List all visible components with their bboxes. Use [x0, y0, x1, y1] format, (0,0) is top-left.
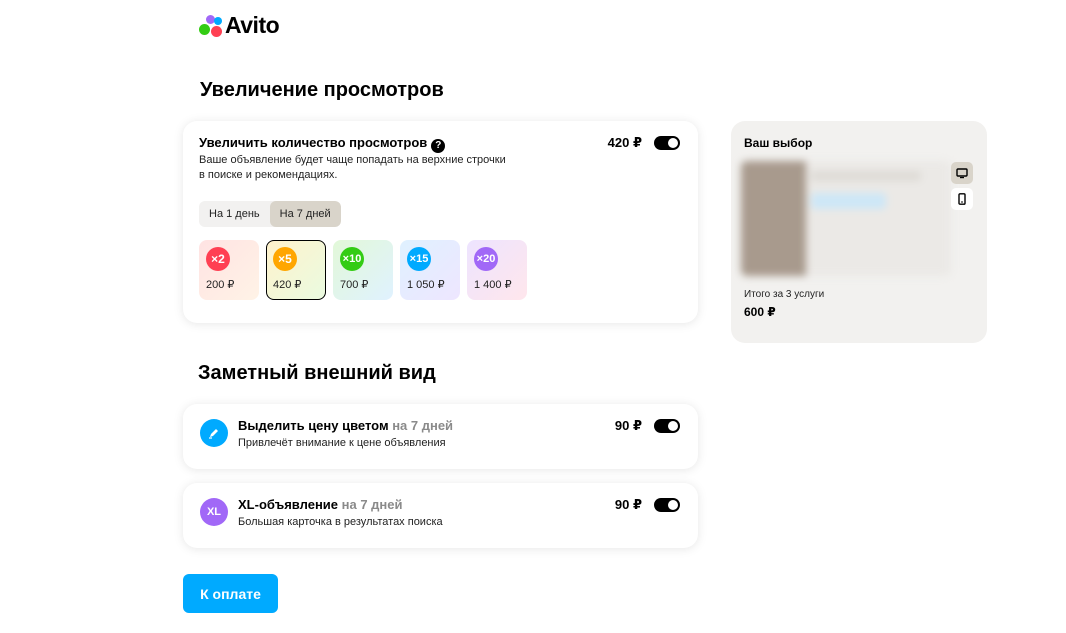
highlight-price-title: Выделить цену цветом на 7 дней [238, 418, 453, 433]
views-section-title: Увеличение просмотров [200, 79, 444, 102]
marker-icon [200, 419, 228, 447]
multiplier-x15[interactable]: ×15 1 050 ₽ [400, 240, 460, 300]
views-card-description: Ваше объявление будет чаще попадать на в… [199, 153, 506, 183]
logo-text: Avito [225, 12, 279, 39]
avito-logo[interactable]: Avito [199, 12, 279, 39]
views-card-title-text: Увеличить количество просмотров [199, 135, 427, 150]
multiplier-price: 1 050 ₽ [407, 278, 445, 291]
logo-dots-icon [199, 14, 223, 38]
highlight-price-title-text: Выделить цену цветом [238, 418, 389, 433]
xl-toggle[interactable] [654, 498, 680, 512]
highlight-price-price: 90 ₽ [615, 418, 642, 434]
highlight-price-toggle[interactable] [654, 419, 680, 433]
views-card-title: Увеличить количество просмотров? [199, 135, 445, 153]
total-label: Итого за 3 услуги [744, 289, 824, 300]
multiplier-badge: ×2 [206, 247, 230, 271]
summary-title: Ваш выбор [744, 136, 812, 150]
multiplier-x5[interactable]: ×5 420 ₽ [266, 240, 326, 300]
summary-panel: Ваш выбор Итого за 3 услуги 600 ₽ [731, 121, 987, 343]
description-line2: в поиске и рекомендациях. [199, 168, 506, 183]
xl-card: XL XL-объявление на 7 дней Большая карто… [183, 483, 698, 548]
xl-description: Большая карточка в результатах поиска [238, 515, 443, 530]
period-7-days[interactable]: На 7 дней [270, 201, 341, 227]
xl-price: 90 ₽ [615, 497, 642, 513]
highlight-price-description: Привлечёт внимание к цене объявления [238, 436, 446, 451]
xl-period: на 7 дней [342, 497, 403, 512]
multiplier-x20[interactable]: ×20 1 400 ₽ [467, 240, 527, 300]
multiplier-badge: ×20 [474, 247, 498, 271]
xl-title-text: XL-объявление [238, 497, 338, 512]
description-line1: Ваше объявление будет чаще попадать на в… [199, 153, 506, 168]
multiplier-price: 700 ₽ [340, 278, 368, 291]
xl-title: XL-объявление на 7 дней [238, 497, 403, 512]
views-price: 420 ₽ [608, 135, 642, 151]
views-toggle[interactable] [654, 136, 680, 150]
multiplier-price: 200 ₽ [206, 278, 234, 291]
xl-icon: XL [200, 498, 228, 526]
appearance-section-title: Заметный внешний вид [198, 362, 436, 385]
mobile-icon[interactable] [951, 188, 973, 210]
multiplier-price: 420 ₽ [273, 278, 301, 291]
ad-preview [741, 161, 951, 276]
multiplier-x2[interactable]: ×2 200 ₽ [199, 240, 259, 300]
desktop-icon[interactable] [951, 162, 973, 184]
total-value: 600 ₽ [744, 305, 776, 319]
period-1-day[interactable]: На 1 день [199, 201, 270, 227]
multiplier-x10[interactable]: ×10 700 ₽ [333, 240, 393, 300]
highlight-price-period: на 7 дней [392, 418, 453, 433]
question-icon[interactable]: ? [431, 139, 445, 153]
multiplier-badge: ×5 [273, 247, 297, 271]
pay-button[interactable]: К оплате [183, 574, 278, 613]
multiplier-price: 1 400 ₽ [474, 278, 512, 291]
multiplier-badge: ×10 [340, 247, 364, 271]
highlight-price-card: Выделить цену цветом на 7 дней Привлечёт… [183, 404, 698, 469]
period-switch: На 1 день На 7 дней [199, 201, 341, 227]
multiplier-badge: ×15 [407, 247, 431, 271]
